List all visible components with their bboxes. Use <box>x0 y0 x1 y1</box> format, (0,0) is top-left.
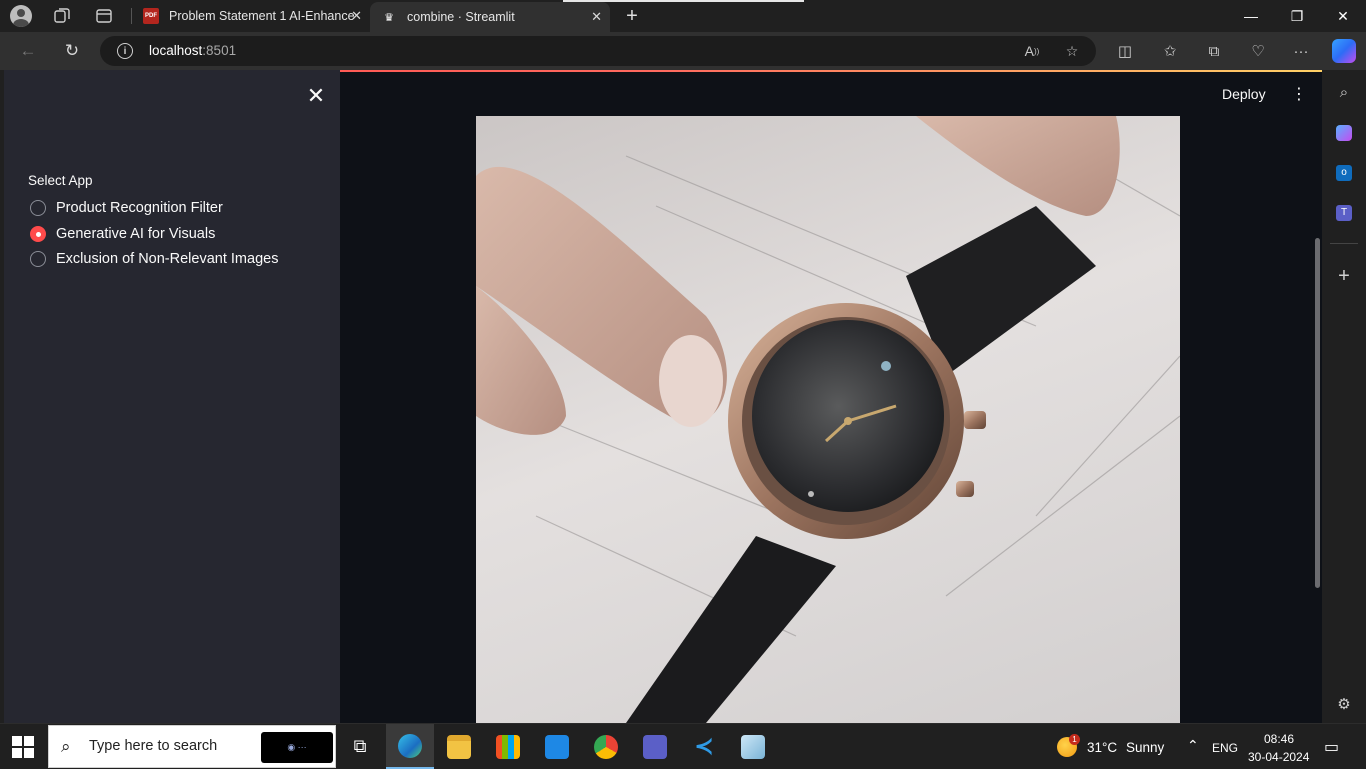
restore-icon[interactable]: ❐ <box>1274 0 1320 32</box>
teams-taskbar-icon[interactable] <box>631 724 679 769</box>
window-close-icon[interactable]: ✕ <box>1320 0 1366 32</box>
tab-title: combine · Streamlit <box>407 10 515 24</box>
copilot-sidebar-icon[interactable] <box>1334 123 1354 143</box>
page-scrollbar[interactable] <box>1315 238 1320 588</box>
add-plus-icon[interactable]: + <box>1334 265 1354 287</box>
copilot-icon[interactable] <box>1332 39 1356 63</box>
browser-essentials-icon[interactable]: ♡ <box>1247 40 1269 62</box>
tab-drag-indicator <box>563 0 804 2</box>
read-aloud-icon[interactable]: A)) <box>1022 41 1042 61</box>
chrome-icon[interactable] <box>582 724 630 769</box>
tab-title: Problem Statement 1 AI-Enhance <box>169 9 355 23</box>
chevron-up-icon[interactable]: ⌃ <box>1187 737 1199 754</box>
main-menu-icon[interactable]: ⋮ <box>1290 84 1308 104</box>
windows-taskbar: ⌕ Type here to search ◉ ··· ⧉ ≺ 1 31°C S… <box>0 723 1366 769</box>
settings-gear-icon[interactable]: ⚙ <box>1334 694 1354 714</box>
radio-button[interactable] <box>30 251 46 267</box>
radio-option-exclusion[interactable]: Exclusion of Non-Relevant Images <box>30 251 278 267</box>
weather-condition[interactable]: Sunny <box>1126 740 1164 755</box>
search-icon: ⌕ <box>61 737 71 756</box>
mail-icon[interactable] <box>533 724 581 769</box>
radio-button[interactable] <box>30 200 46 216</box>
clock-date[interactable]: 30-04-2024 <box>1248 750 1309 764</box>
radio-label: Generative AI for Visuals <box>56 226 216 242</box>
close-icon[interactable]: ✕ <box>591 9 602 25</box>
pdf-icon: PDF <box>143 8 159 24</box>
microsoft-store-icon[interactable] <box>484 724 532 769</box>
teams-icon[interactable]: T <box>1334 203 1354 223</box>
favorites-icon[interactable]: ✩ <box>1159 40 1181 62</box>
back-arrow-icon[interactable]: ← <box>14 39 42 63</box>
close-sidebar-icon[interactable]: ✕ <box>304 83 328 108</box>
search-highlight-image[interactable]: ◉ ··· <box>261 732 333 763</box>
select-app-label: Select App <box>28 173 93 188</box>
url-text: localhost:8501 <box>149 43 237 58</box>
close-icon[interactable]: ✕ <box>351 8 362 24</box>
tab-pdf[interactable]: PDF Problem Statement 1 AI-Enhance ✕ <box>132 0 370 32</box>
vscode-icon[interactable]: ≺ <box>680 724 728 769</box>
radio-option-generative-ai[interactable]: Generative AI for Visuals <box>30 226 215 242</box>
radio-label: Product Recognition Filter <box>56 200 223 216</box>
radio-button-selected[interactable] <box>30 226 46 242</box>
weather-temp[interactable]: 31°C <box>1087 740 1117 755</box>
collections-icon[interactable]: ⧉ <box>1203 40 1225 62</box>
workspaces-icon[interactable] <box>50 4 74 28</box>
address-bar[interactable]: i localhost:8501 A)) ☆ <box>100 36 1096 66</box>
edge-sidebar: ⌕ o T + ⚙ <box>1322 70 1366 723</box>
file-explorer-icon[interactable] <box>435 724 483 769</box>
new-tab-plus-icon[interactable]: + <box>620 4 644 28</box>
weather-alert-badge: 1 <box>1069 734 1080 745</box>
sidebar-separator <box>1330 243 1358 244</box>
split-screen-icon[interactable]: ◫ <box>1114 40 1136 62</box>
notifications-icon[interactable]: ▭ <box>1324 737 1339 757</box>
taskbar-search-box[interactable]: ⌕ Type here to search ◉ ··· <box>48 725 336 768</box>
minimize-icon[interactable]: — <box>1228 0 1274 32</box>
edge-taskbar-icon[interactable] <box>386 724 434 769</box>
search-icon[interactable]: ⌕ <box>1334 82 1354 102</box>
streamlit-crown-icon: ♛ <box>384 11 394 24</box>
site-info-icon[interactable]: i <box>117 43 133 59</box>
app-taskbar-icon[interactable] <box>729 724 777 769</box>
browser-toolbar: ← ↻ i localhost:8501 A)) ☆ ◫ ✩ ⧉ ♡ ··· <box>0 32 1366 70</box>
browser-title-bar: PDF Problem Statement 1 AI-Enhance ✕ ♛ c… <box>0 0 1366 32</box>
search-placeholder: Type here to search <box>89 738 218 754</box>
clock-time[interactable]: 08:46 <box>1264 732 1294 746</box>
profile-icon[interactable] <box>9 4 33 28</box>
tab-actions-icon[interactable] <box>92 4 116 28</box>
favorite-star-icon[interactable]: ☆ <box>1062 41 1082 61</box>
outlook-icon[interactable]: o <box>1334 163 1354 183</box>
windows-start-icon[interactable] <box>12 736 34 758</box>
reload-icon[interactable]: ↻ <box>58 39 86 63</box>
task-view-icon[interactable]: ⧉ <box>336 724 384 769</box>
language-indicator[interactable]: ENG <box>1212 741 1238 755</box>
app-sidebar: ✕ Select App Product Recognition Filter … <box>4 70 340 723</box>
generated-image <box>476 116 1180 723</box>
more-menu-icon[interactable]: ··· <box>1290 40 1312 62</box>
radio-label: Exclusion of Non-Relevant Images <box>56 251 279 267</box>
tab-streamlit[interactable]: ♛ combine · Streamlit ✕ <box>370 2 610 32</box>
radio-option-product-recognition[interactable]: Product Recognition Filter <box>30 200 223 216</box>
deploy-button[interactable]: Deploy <box>1222 86 1266 102</box>
streamlit-page: ✕ Select App Product Recognition Filter … <box>4 70 1322 723</box>
